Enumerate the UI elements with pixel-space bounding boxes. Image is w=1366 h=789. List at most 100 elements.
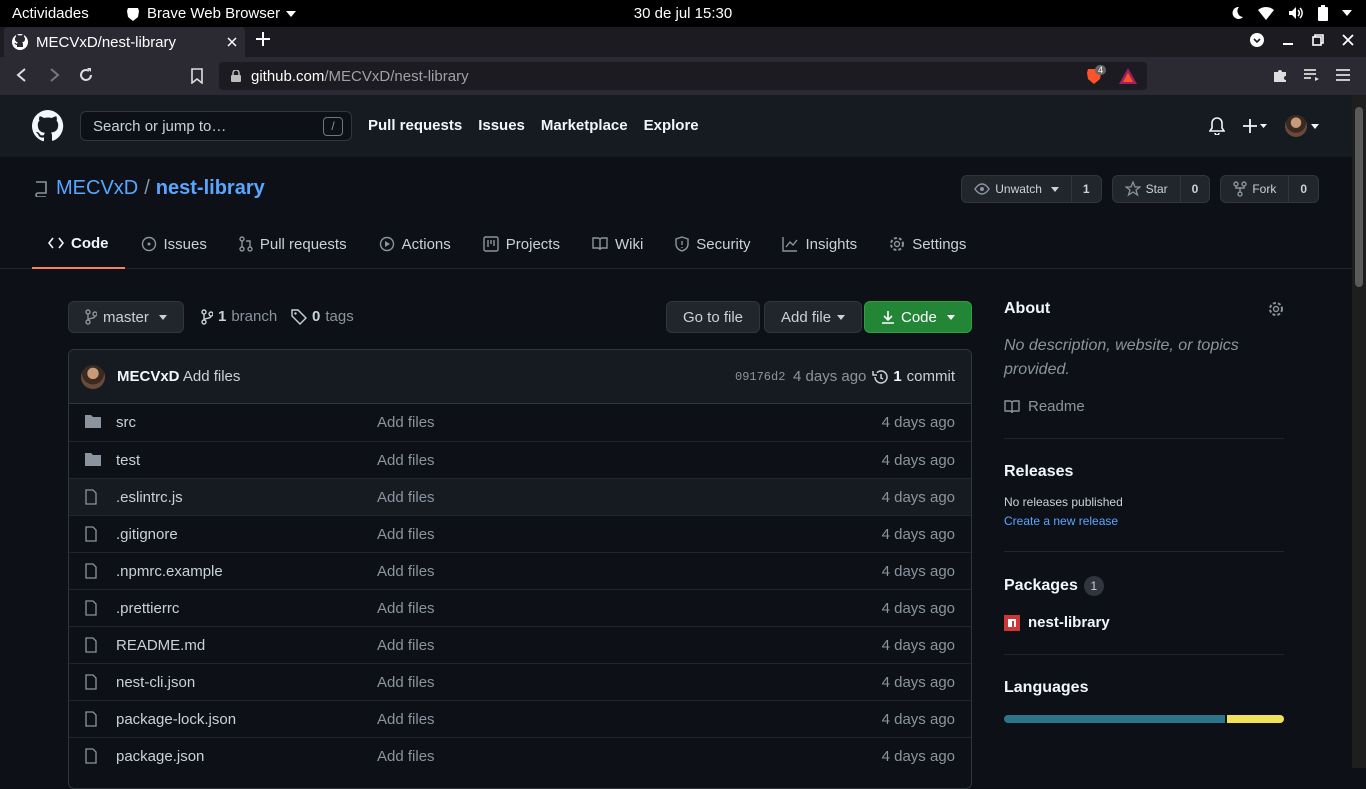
file-commit-message[interactable]: Add files	[377, 748, 435, 765]
tab-pull-requests[interactable]: Pull requests	[223, 219, 363, 269]
system-tray[interactable]	[1230, 5, 1352, 21]
file-icon	[85, 489, 97, 505]
new-tab-icon[interactable]	[256, 32, 270, 46]
file-commit-message[interactable]: Add files	[377, 452, 435, 469]
tab-actions[interactable]: Actions	[363, 219, 467, 269]
unwatch-button[interactable]: Unwatch 1	[961, 175, 1102, 203]
media-queue-icon[interactable]	[1304, 67, 1320, 83]
tab-actions-label: Actions	[401, 235, 451, 253]
star-button[interactable]: Star 0	[1111, 175, 1211, 203]
package-item[interactable]: nest-library	[1004, 614, 1284, 631]
forward-icon[interactable]	[46, 67, 62, 83]
commit-author[interactable]: MECVxD	[117, 368, 180, 385]
tab-code[interactable]: Code	[32, 219, 125, 269]
tab-insights[interactable]: Insights	[766, 219, 873, 269]
releases-heading[interactable]: Releases	[1004, 463, 1284, 481]
add-file-button[interactable]: Add file	[764, 301, 863, 333]
file-name[interactable]: src	[116, 414, 136, 431]
fork-button[interactable]: Fork 0	[1220, 175, 1319, 203]
file-commit-message[interactable]: Add files	[377, 526, 435, 543]
file-row[interactable]: nest-cli.json Add files 4 days ago	[69, 663, 971, 700]
commits-link[interactable]: 1 commit	[872, 368, 955, 385]
packages-heading[interactable]: Packages 1	[1004, 576, 1284, 596]
file-name[interactable]: test	[116, 452, 140, 469]
nav-pull-requests[interactable]: Pull requests	[368, 117, 462, 134]
code-download-button[interactable]: Code	[864, 301, 972, 333]
file-commit-message[interactable]: Add files	[377, 489, 435, 506]
branches-link[interactable]: 1 branch	[201, 308, 277, 325]
tab-wiki[interactable]: Wiki	[576, 219, 659, 269]
page-scrollbar[interactable]	[1352, 95, 1366, 768]
file-icon	[85, 711, 97, 727]
file-row[interactable]: README.md Add files 4 days ago	[69, 626, 971, 663]
close-tab-icon[interactable]	[227, 37, 237, 47]
github-favicon-icon	[12, 34, 28, 50]
file-name[interactable]: .prettierrc	[116, 600, 179, 617]
file-row[interactable]: .npmrc.example Add files 4 days ago	[69, 552, 971, 589]
address-bar[interactable]: github.com/MECVxD/nest-library 4	[219, 62, 1147, 90]
tab-security[interactable]: Security	[659, 219, 766, 269]
nav-marketplace[interactable]: Marketplace	[541, 117, 628, 134]
scrollbar-thumb[interactable]	[1355, 107, 1363, 287]
file-commit-message[interactable]: Add files	[377, 637, 435, 654]
repo-name-link[interactable]: nest-library	[156, 177, 265, 200]
tab-issues[interactable]: Issues	[125, 219, 223, 269]
package-name: nest-library	[1028, 614, 1110, 631]
tab-search-icon[interactable]	[1250, 33, 1264, 47]
commit-author-avatar[interactable]	[81, 365, 105, 389]
file-row[interactable]: .prettierrc Add files 4 days ago	[69, 589, 971, 626]
file-name[interactable]: .npmrc.example	[116, 563, 223, 580]
file-name[interactable]: nest-cli.json	[116, 674, 195, 691]
menu-icon[interactable]	[1336, 67, 1350, 83]
fork-count[interactable]: 0	[1289, 176, 1318, 202]
create-release-link[interactable]: Create a new release	[1004, 514, 1284, 528]
file-name[interactable]: .eslintrc.js	[116, 489, 183, 506]
file-row[interactable]: package-lock.json Add files 4 days ago	[69, 700, 971, 737]
watch-count[interactable]: 1	[1072, 176, 1101, 202]
branch-select-button[interactable]: master	[68, 301, 184, 333]
go-to-file-button[interactable]: Go to file	[666, 301, 761, 333]
minimize-icon[interactable]	[1282, 34, 1294, 46]
back-icon[interactable]	[14, 67, 30, 83]
brave-shields-icon[interactable]: 4	[1085, 65, 1107, 85]
file-commit-message[interactable]: Add files	[377, 600, 435, 617]
nav-issues[interactable]: Issues	[478, 117, 525, 134]
readme-link[interactable]: Readme	[1004, 398, 1284, 415]
commit-sha[interactable]: 09176d2	[735, 370, 785, 384]
tab-active[interactable]: MECVxD/nest-library	[4, 27, 245, 57]
user-menu[interactable]	[1285, 115, 1319, 137]
file-commit-message[interactable]: Add files	[377, 563, 435, 580]
file-row[interactable]: src Add files 4 days ago	[69, 404, 971, 441]
file-commit-message[interactable]: Add files	[377, 711, 435, 728]
repo-owner-link[interactable]: MECVxD	[56, 177, 138, 200]
github-logo-icon[interactable]	[32, 110, 64, 142]
close-window-icon[interactable]	[1342, 34, 1354, 46]
brave-rewards-icon[interactable]	[1119, 68, 1137, 84]
github-search-input[interactable]: Search or jump to… /	[80, 111, 352, 141]
edit-about-gear-icon[interactable]	[1268, 301, 1284, 317]
commit-message[interactable]: Add files	[183, 368, 241, 385]
tab-settings[interactable]: Settings	[873, 219, 982, 269]
create-new-icon[interactable]	[1243, 119, 1267, 133]
extensions-icon[interactable]	[1272, 67, 1288, 83]
notifications-bell-icon[interactable]	[1209, 117, 1225, 135]
nav-explore[interactable]: Explore	[644, 117, 699, 134]
file-name[interactable]: .gitignore	[116, 526, 178, 543]
tags-link[interactable]: 0 tags	[291, 308, 354, 325]
file-commit-message[interactable]: Add files	[377, 414, 435, 431]
file-row[interactable]: package.json Add files 4 days ago	[69, 737, 971, 774]
file-name[interactable]: package-lock.json	[116, 711, 236, 728]
restore-icon[interactable]	[1312, 34, 1324, 46]
star-count[interactable]: 0	[1181, 176, 1210, 202]
file-row[interactable]: .eslintrc.js Add files 4 days ago	[69, 478, 971, 515]
bookmark-icon[interactable]	[191, 68, 203, 84]
file-commit-message[interactable]: Add files	[377, 674, 435, 691]
tab-projects[interactable]: Projects	[467, 219, 576, 269]
clock[interactable]: 30 de jul 15:30	[0, 5, 1366, 22]
file-row[interactable]: .gitignore Add files 4 days ago	[69, 515, 971, 552]
file-age: 4 days ago	[881, 414, 955, 431]
reload-icon[interactable]	[78, 67, 94, 83]
file-name[interactable]: package.json	[116, 748, 204, 765]
file-row[interactable]: test Add files 4 days ago	[69, 441, 971, 478]
file-name[interactable]: README.md	[116, 637, 205, 654]
